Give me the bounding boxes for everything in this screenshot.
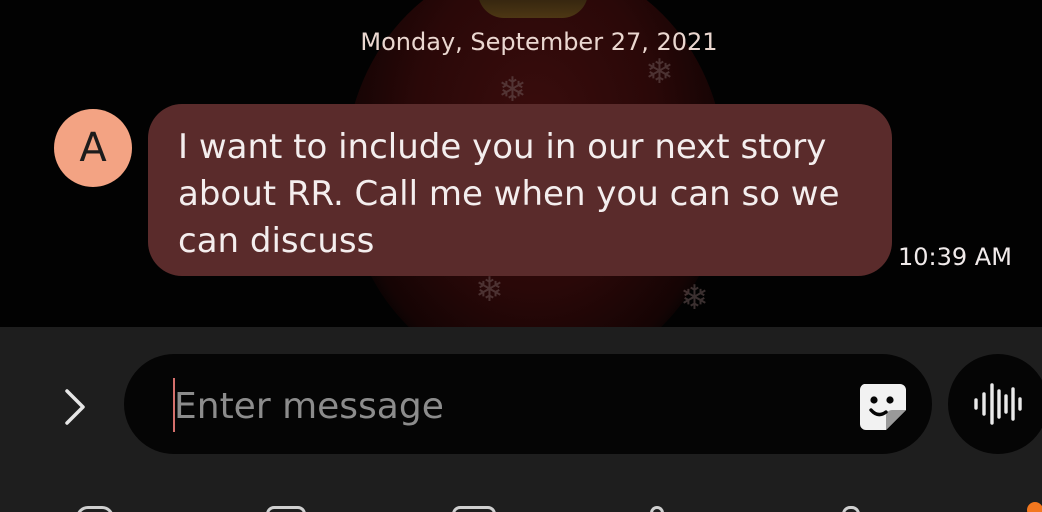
gallery-icon[interactable]	[266, 506, 306, 512]
sticker-icon	[859, 384, 906, 430]
snowflake-icon: ❄	[680, 278, 709, 318]
snowflake-icon: ❄	[475, 270, 504, 310]
emoji-icon[interactable]	[76, 506, 114, 512]
bottom-toolbar	[0, 500, 1042, 512]
message-input[interactable]	[174, 380, 834, 432]
camera-icon[interactable]	[452, 506, 496, 512]
messages-screen: ❄ ❄ ❄ ❄ Monday, September 27, 2021 A I w…	[0, 0, 1042, 512]
avatar[interactable]: A	[54, 109, 132, 187]
chevron-right-icon	[65, 389, 85, 425]
date-header: Monday, September 27, 2021	[360, 28, 718, 56]
sticker-button[interactable]	[856, 380, 908, 432]
ornament-cap	[478, 0, 588, 18]
message-bubble[interactable]: I want to include you in our next story …	[148, 104, 892, 276]
snowflake-icon: ❄	[645, 52, 674, 92]
notification-dot	[1027, 502, 1042, 512]
voice-input-button[interactable]	[948, 354, 1042, 454]
message-timestamp: 10:39 AM	[898, 243, 1012, 271]
message-text: I want to include you in our next story …	[178, 127, 840, 261]
voice-waveform-icon	[974, 383, 1022, 425]
avatar-initial: A	[79, 125, 107, 171]
expand-button[interactable]	[50, 382, 100, 432]
